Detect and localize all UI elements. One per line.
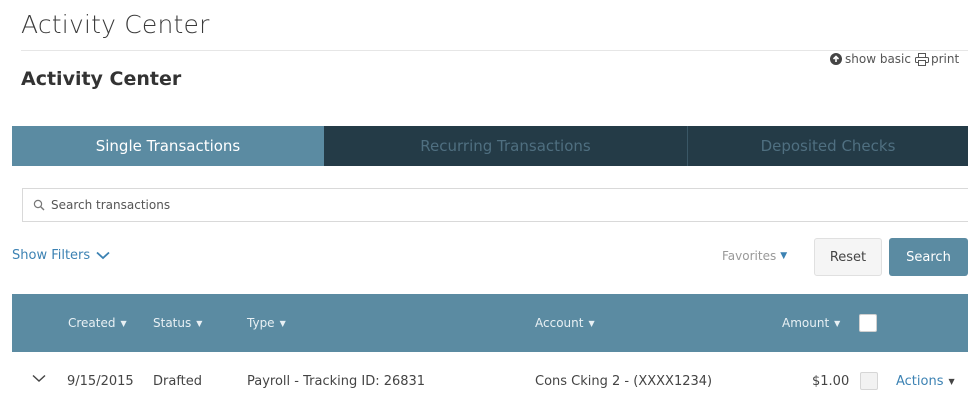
caret-down-icon: ▼ [780, 251, 788, 261]
caret-down-icon: ▼ [948, 377, 955, 386]
select-all-checkbox[interactable] [859, 314, 877, 332]
cell-status: Drafted [153, 374, 203, 389]
caret-down-icon: ▼ [196, 318, 203, 328]
chevron-down-icon [96, 251, 110, 260]
tab-recurring-transactions[interactable]: Recurring Transactions [324, 126, 687, 166]
show-basic-label: show basic [845, 52, 911, 66]
row-checkbox[interactable] [860, 372, 878, 390]
tab-single-transactions[interactable]: Single Transactions [12, 126, 324, 166]
search-input[interactable] [51, 198, 851, 212]
search-button[interactable]: Search [889, 238, 968, 276]
print-link[interactable]: print [914, 52, 960, 66]
caret-down-icon: ▼ [834, 318, 841, 328]
cell-type: Payroll - Tracking ID: 26831 [247, 374, 426, 389]
search-icon [33, 199, 45, 211]
favorites-dropdown[interactable]: Favorites ▼ [722, 249, 787, 263]
actions-label: Actions [896, 374, 944, 389]
circle-arrow-icon [830, 53, 842, 65]
table-header: Created ▼ Status ▼ Type ▼ Account ▼ Amount ▼ [12, 294, 968, 352]
caret-down-icon: ▼ [588, 318, 595, 328]
cell-amount: $1.00 [812, 374, 850, 389]
favorites-label: Favorites [722, 249, 777, 263]
section-title: Activity Center [21, 68, 182, 90]
caret-down-icon: ▼ [120, 318, 127, 328]
table-row: 9/15/2015 Drafted Payroll - Tracking ID:… [12, 362, 968, 402]
utility-links: show basic print [829, 52, 963, 66]
reset-button[interactable]: Reset [814, 238, 882, 276]
tab-deposited-checks[interactable]: Deposited Checks [688, 126, 968, 166]
show-filters-label: Show Filters [12, 248, 91, 263]
column-type[interactable]: Type ▼ [247, 316, 286, 330]
search-box [22, 188, 968, 222]
cell-account: Cons Cking 2 - (XXXX1234) [535, 374, 713, 389]
cell-created: 9/15/2015 [67, 374, 134, 389]
column-status[interactable]: Status ▼ [153, 316, 202, 330]
column-amount[interactable]: Amount ▼ [782, 316, 840, 330]
printer-icon [914, 52, 929, 66]
transaction-tabs: Single Transactions Recurring Transactio… [12, 126, 968, 166]
actions-dropdown[interactable]: Actions ▼ [896, 374, 955, 389]
show-basic-link[interactable]: show basic [829, 52, 911, 66]
show-filters-toggle[interactable]: Show Filters [12, 248, 110, 263]
column-created[interactable]: Created ▼ [68, 316, 127, 330]
chevron-down-icon[interactable] [32, 374, 46, 383]
page-title: Activity Center [21, 10, 210, 39]
caret-down-icon: ▼ [279, 318, 286, 328]
column-account[interactable]: Account ▼ [535, 316, 595, 330]
print-label: print [930, 52, 960, 66]
divider [21, 50, 968, 51]
